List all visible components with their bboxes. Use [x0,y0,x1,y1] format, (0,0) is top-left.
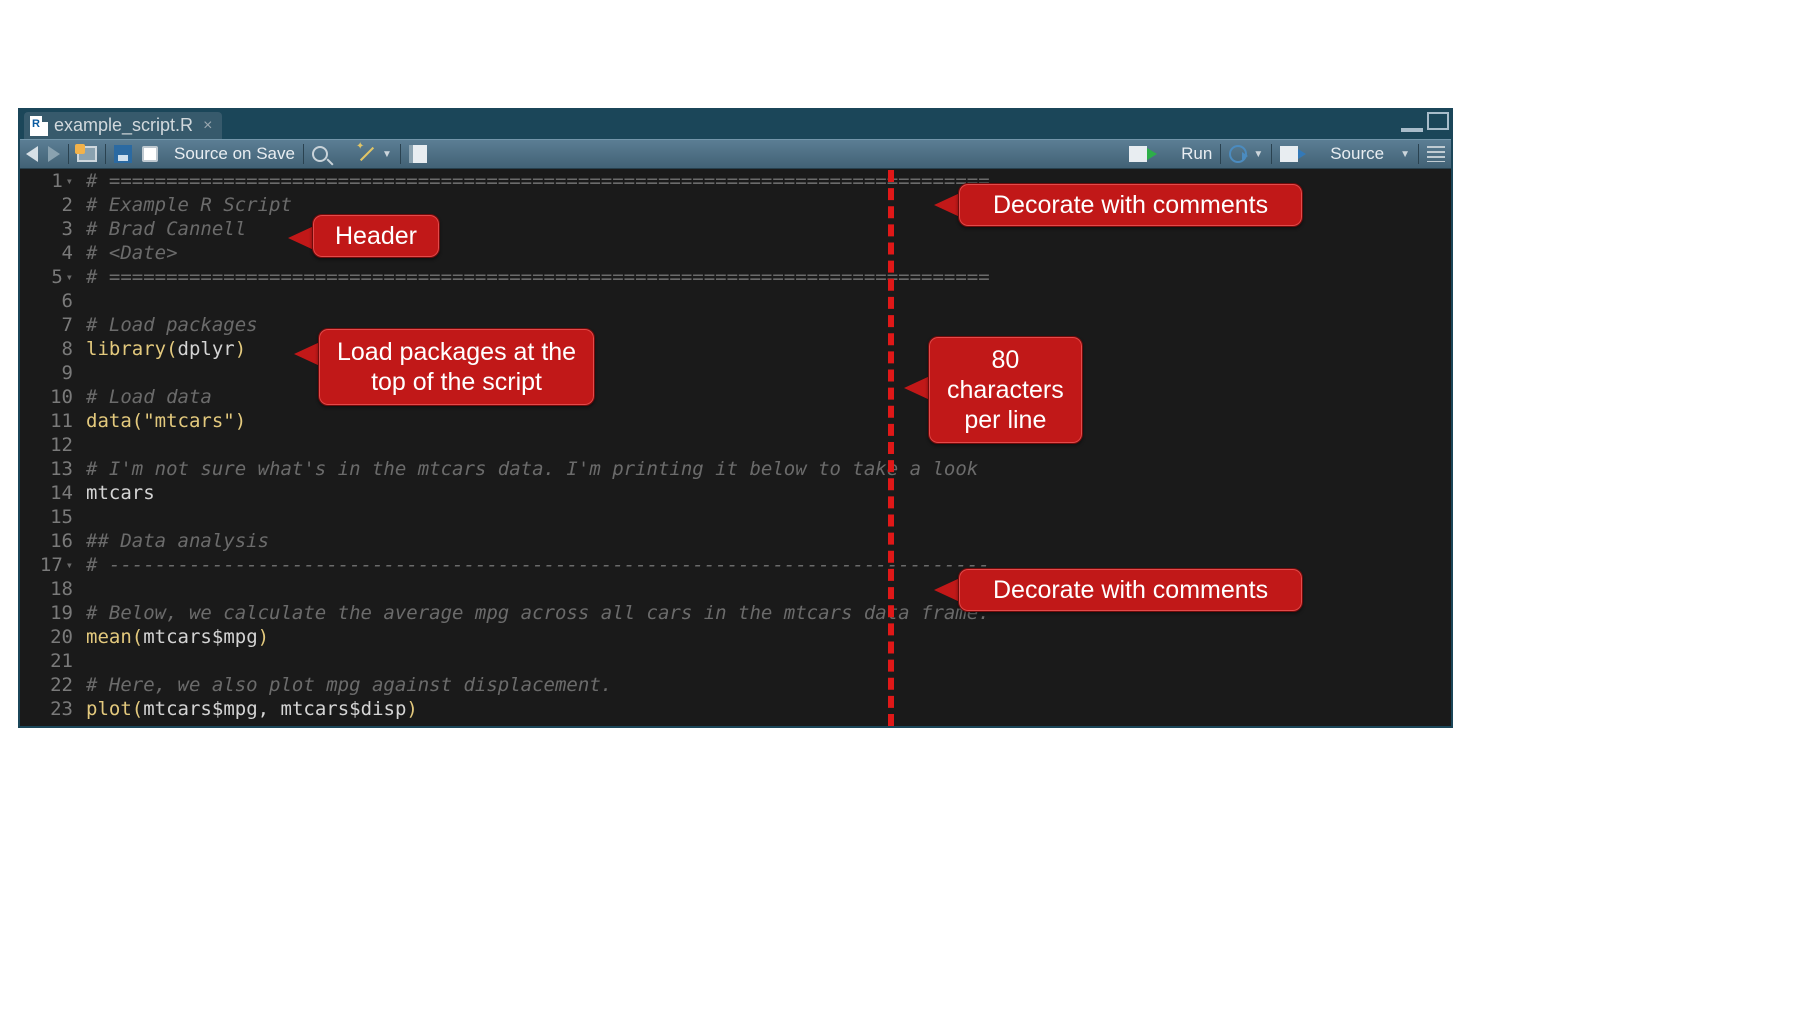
line-number: 23 [20,697,76,721]
source-button[interactable]: Source ▼ [1280,144,1410,164]
line-number: 16 [20,529,76,553]
source-on-save-label: Source on Save [174,144,295,164]
rerun-caret-icon[interactable]: ▼ [1253,149,1263,160]
line-number: 18 [20,577,76,601]
run-label: Run [1181,144,1212,164]
annotation-80-chars: 80 characters per line [928,336,1083,444]
line-number: 4 [20,241,76,265]
find-icon[interactable] [312,146,328,162]
forward-icon[interactable] [48,146,60,162]
line-number: 6 [20,289,76,313]
rerun-icon[interactable] [1229,145,1247,163]
close-tab-icon[interactable]: × [203,117,212,135]
tab-bar: example_script.R × [20,110,1451,139]
compile-report-icon[interactable] [409,145,427,163]
minimize-pane-icon[interactable] [1401,118,1423,132]
line-number: 8 [20,337,76,361]
annotation-decorate-mid: Decorate with comments [958,568,1303,612]
source-on-save-checkbox[interactable] [142,146,158,162]
line-number: 15 [20,505,76,529]
save-icon[interactable] [114,145,132,163]
line-number: 12 [20,433,76,457]
editor-toolbar: Source on Save ▼ Run ▼ Source [20,139,1451,169]
line-number: 7 [20,313,76,337]
file-tab-example-script[interactable]: example_script.R × [24,112,222,139]
line-number: 2 [20,193,76,217]
source-caret-icon[interactable]: ▼ [1400,149,1410,160]
line-number: 3 [20,217,76,241]
back-icon[interactable] [26,146,38,162]
tab-title: example_script.R [54,115,193,136]
line-number: 5▾ [20,265,76,289]
line-number: 19 [20,601,76,625]
line-number: 20 [20,625,76,649]
line-number: 9 [20,361,76,385]
fold-toggle-icon[interactable]: ▾ [66,265,73,289]
maximize-pane-icon[interactable] [1427,112,1449,130]
code-tools-caret-icon[interactable]: ▼ [382,149,392,160]
fold-toggle-icon[interactable]: ▾ [66,553,73,577]
line-number: 22 [20,673,76,697]
editor-body: 1▾2345▾67891011121314151617▾181920212223… [20,169,1451,726]
annotation-header: Header [312,214,440,258]
annotation-load-packages: Load packages at the top of the script [318,328,595,406]
line-number: 14 [20,481,76,505]
r-file-icon [30,116,48,136]
line-number-gutter: 1▾2345▾67891011121314151617▾181920212223 [20,169,78,726]
line-number: 10 [20,385,76,409]
run-icon [1129,146,1147,162]
run-button[interactable]: Run [1129,144,1212,164]
line-number: 1▾ [20,169,76,193]
code-tools-icon[interactable] [358,145,376,163]
margin-line-80 [888,170,894,726]
annotation-decorate-top: Decorate with comments [958,183,1303,227]
code-text[interactable]: # ======================================… [78,169,1451,721]
code-area[interactable]: # ======================================… [78,169,1451,726]
line-number: 17▾ [20,553,76,577]
line-number: 13 [20,457,76,481]
show-in-new-window-icon[interactable] [77,146,97,162]
fold-toggle-icon[interactable]: ▾ [66,169,73,193]
source-label: Source [1330,144,1384,164]
source-icon [1280,146,1298,162]
window-controls [1401,112,1449,132]
line-number: 21 [20,649,76,673]
outline-icon[interactable] [1427,146,1445,162]
line-number: 11 [20,409,76,433]
